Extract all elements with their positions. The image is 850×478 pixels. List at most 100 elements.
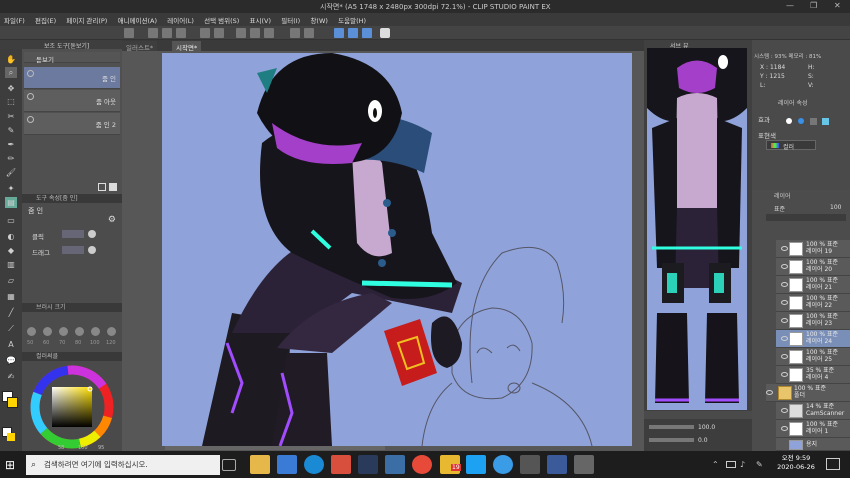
trash-icon[interactable] xyxy=(109,183,117,191)
correct-line-tool-icon[interactable]: ✍ xyxy=(5,371,17,382)
new-file-icon[interactable] xyxy=(148,28,158,38)
eye-icon[interactable] xyxy=(781,354,788,359)
click-option[interactable] xyxy=(62,230,84,238)
battery-icon[interactable] xyxy=(726,461,736,468)
wrench-icon[interactable]: ⚙ xyxy=(108,215,116,225)
store-icon[interactable] xyxy=(277,455,297,474)
brush-tool-icon[interactable]: 🖌 xyxy=(5,167,17,178)
menu-edit[interactable]: 편집(E) xyxy=(31,13,60,27)
eye-icon[interactable] xyxy=(781,318,788,323)
maximize-button[interactable]: ❐ xyxy=(810,1,817,10)
figure-tool-icon[interactable]: ▱ xyxy=(5,275,17,286)
edge-icon[interactable] xyxy=(304,455,324,474)
airbrush-tool-icon[interactable]: ✦ xyxy=(5,183,17,194)
layer-row[interactable]: 100 % 표준 레이어 25 xyxy=(776,348,850,366)
secondary-swatch[interactable] xyxy=(7,433,15,441)
chrome-icon[interactable] xyxy=(412,455,432,474)
tab-illust[interactable]: 일러스트* xyxy=(122,41,158,52)
menu-window[interactable]: 창(W) xyxy=(306,13,331,27)
blend-tool-icon[interactable]: ◐ xyxy=(5,231,17,242)
eye-icon[interactable] xyxy=(781,372,788,377)
open-icon[interactable] xyxy=(162,28,172,38)
eye-icon[interactable] xyxy=(766,390,773,395)
lasso-tool-icon[interactable]: ✂ xyxy=(5,111,17,122)
snap-ruler-icon[interactable] xyxy=(334,28,344,38)
sub-color-swatch[interactable] xyxy=(7,397,18,408)
layer-opacity[interactable]: 100 xyxy=(830,204,841,211)
menu-page[interactable]: 페이지 관리(P) xyxy=(62,13,111,27)
eye-icon[interactable] xyxy=(781,408,788,413)
color-wheel[interactable] xyxy=(22,361,122,451)
drag-radio[interactable] xyxy=(88,246,96,254)
layer-row[interactable]: 100 % 표준 레이어 22 xyxy=(776,294,850,312)
brush-size-dot[interactable] xyxy=(27,327,36,336)
menu-filter[interactable]: 필터(I) xyxy=(277,13,304,27)
blend-mode[interactable]: 표준 xyxy=(774,204,785,213)
layer-row-selected[interactable]: 100 % 표준 레이어 24 xyxy=(776,330,850,348)
eye-icon[interactable] xyxy=(781,264,788,269)
layer-row[interactable]: 35 % 표준 레이어 4 xyxy=(776,366,850,384)
notification-center-icon[interactable] xyxy=(826,458,840,470)
menu-selection[interactable]: 선택 범위(S) xyxy=(200,13,243,27)
eye-icon[interactable] xyxy=(781,300,788,305)
eye-icon[interactable] xyxy=(781,246,788,251)
menu-view[interactable]: 표시(V) xyxy=(246,13,275,27)
snap-grid-icon[interactable] xyxy=(362,28,372,38)
nav-angle-value[interactable]: 0.0 xyxy=(698,437,708,444)
line-tool-icon[interactable]: ⟋ xyxy=(5,323,17,334)
clip-studio-icon[interactable] xyxy=(520,455,540,474)
gradient-tool-icon[interactable]: ▥ xyxy=(5,259,17,270)
brush-size-dot[interactable] xyxy=(59,327,68,336)
subtool-zoom-in-2[interactable]: 줌 인 2 xyxy=(24,113,120,135)
layer-toolbar[interactable] xyxy=(766,214,846,221)
click-radio[interactable] xyxy=(88,230,96,238)
drag-option[interactable] xyxy=(62,246,84,254)
pen-icon[interactable]: ✎ xyxy=(756,460,763,469)
eye-icon[interactable] xyxy=(781,282,788,287)
layerprop-tab[interactable]: 레이어 속성 xyxy=(778,98,808,107)
layer-row[interactable]: 100 % 표준 레이어 1 xyxy=(776,420,850,438)
app-icon[interactable] xyxy=(331,455,351,474)
snap-special-ruler-icon[interactable] xyxy=(348,28,358,38)
decoration-tool-icon[interactable]: ▤ xyxy=(5,197,17,208)
edge-new-icon[interactable] xyxy=(493,455,513,474)
close-button[interactable]: ✕ xyxy=(834,1,841,10)
undo-icon[interactable] xyxy=(200,28,210,38)
subtool-group-header[interactable]: 돋보기 xyxy=(24,52,120,64)
angle-slider[interactable] xyxy=(649,438,694,442)
effect-layer-color-icon[interactable] xyxy=(822,118,829,125)
menu-help[interactable]: 도움말(H) xyxy=(334,13,370,27)
hand-tool-icon[interactable]: ✋ xyxy=(5,54,17,65)
steam-icon[interactable] xyxy=(358,455,378,474)
deselect-icon[interactable] xyxy=(264,28,274,38)
frame-tool-icon[interactable]: ▦ xyxy=(5,291,17,302)
brush-size-dot[interactable] xyxy=(107,327,116,336)
save-icon[interactable] xyxy=(176,28,186,38)
colorpanel-header[interactable]: 컬러써클 xyxy=(22,352,122,361)
mail-icon[interactable] xyxy=(385,455,405,474)
brush-size-dot[interactable] xyxy=(43,327,52,336)
clip-paint-active-icon[interactable] xyxy=(574,455,594,474)
layer-row[interactable]: 100 % 표준 레이어 19 xyxy=(776,240,850,258)
menu-layer[interactable]: 레이어(L) xyxy=(163,13,198,27)
folder-row[interactable]: 100 % 표준 폴더 xyxy=(766,384,850,402)
volume-icon[interactable]: ♪ xyxy=(740,460,745,469)
text-tool-icon[interactable]: A xyxy=(5,339,17,350)
invert-selection-icon[interactable] xyxy=(290,28,300,38)
paper-layer-row[interactable]: 용지 xyxy=(776,438,850,451)
drawing-canvas[interactable] xyxy=(162,53,632,446)
menu-file[interactable]: 파일(F) xyxy=(0,13,29,27)
copy-subtool-icon[interactable] xyxy=(98,183,106,191)
tab-start[interactable]: 시작면* xyxy=(172,41,202,52)
effect-color-icon[interactable] xyxy=(798,118,804,124)
zoom-tool-icon[interactable]: ⌕ xyxy=(5,67,17,78)
layer-row[interactable]: 100 % 표준 레이어 20 xyxy=(776,258,850,276)
transform-icon[interactable] xyxy=(250,28,260,38)
layer-tab[interactable]: 레이어 xyxy=(774,191,791,200)
subtool-zoom-in[interactable]: 줌 인 xyxy=(24,67,120,89)
task-view-icon[interactable] xyxy=(222,459,236,471)
help-icon[interactable] xyxy=(380,28,390,38)
show-selection-icon[interactable] xyxy=(304,28,314,38)
toolprop-header[interactable]: 도구 속성[줌 인] xyxy=(22,194,122,203)
menu-animation[interactable]: 애니메이션(A) xyxy=(114,13,161,27)
